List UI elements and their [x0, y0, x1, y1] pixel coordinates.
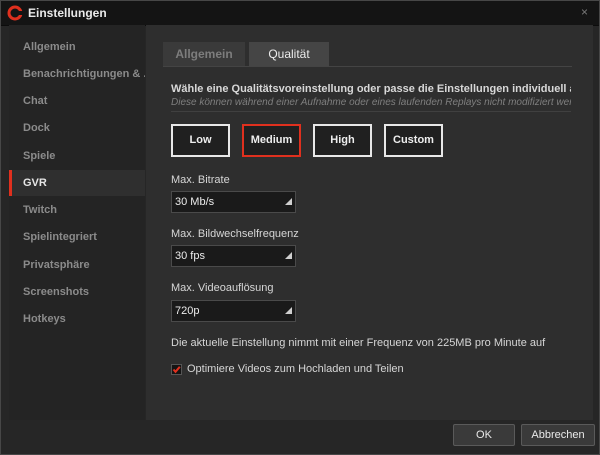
- settings-sidebar: Allgemein Benachrichtigungen & ... Chat …: [9, 25, 145, 420]
- sidebar-item-benachrichtigungen[interactable]: Benachrichtigungen & ...: [9, 61, 145, 87]
- dropdown-arrow-icon: [285, 198, 292, 205]
- intro-note: Diese können während einer Aufnahme oder…: [171, 97, 571, 108]
- intro-text: Wähle eine Qualitätsvoreinstellung oder …: [171, 83, 571, 95]
- preset-medium-button[interactable]: Medium: [242, 124, 301, 157]
- sidebar-item-allgemein[interactable]: Allgemein: [9, 34, 145, 60]
- title-bar: Einstellungen ×: [1, 1, 599, 26]
- section-divider: [171, 111, 571, 112]
- bitrate-select[interactable]: 30 Mb/s: [171, 191, 296, 213]
- sidebar-item-privatsphaere[interactable]: Privatsphäre: [9, 252, 145, 278]
- close-icon[interactable]: ×: [581, 5, 588, 19]
- framerate-select[interactable]: 30 fps: [171, 245, 296, 267]
- resolution-label: Max. Videoauflösung: [171, 282, 274, 294]
- tab-qualitaet[interactable]: Qualität: [249, 42, 329, 66]
- checkmark-icon: [172, 366, 181, 374]
- sidebar-item-hotkeys[interactable]: Hotkeys: [9, 306, 145, 332]
- bitrate-label: Max. Bitrate: [171, 174, 230, 186]
- sidebar-item-spiele[interactable]: Spiele: [9, 143, 145, 169]
- bitrate-value: 30 Mb/s: [175, 196, 215, 208]
- sidebar-item-gvr[interactable]: GVR: [9, 170, 145, 196]
- window-title: Einstellungen: [28, 6, 107, 20]
- bitrate-info-text: Die aktuelle Einstellung nimmt mit einer…: [171, 337, 546, 349]
- cancel-button[interactable]: Abbrechen: [521, 424, 595, 446]
- settings-window: Einstellungen × Allgemein Benachrichtigu…: [0, 0, 600, 455]
- app-logo-icon: [7, 5, 23, 21]
- tab-divider: [163, 66, 572, 67]
- dropdown-arrow-icon: [285, 307, 292, 314]
- sidebar-item-twitch[interactable]: Twitch: [9, 197, 145, 223]
- preset-custom-button[interactable]: Custom: [384, 124, 443, 157]
- sidebar-item-chat[interactable]: Chat: [9, 88, 145, 114]
- dropdown-arrow-icon: [285, 252, 292, 259]
- framerate-label: Max. Bildwechselfrequenz: [171, 228, 299, 240]
- optimize-videos-label: Optimiere Videos zum Hochladen und Teile…: [187, 363, 404, 375]
- framerate-value: 30 fps: [175, 250, 205, 262]
- settings-content: Allgemein Qualität Wähle eine Qualitätsv…: [146, 25, 593, 420]
- ok-button[interactable]: OK: [453, 424, 515, 446]
- sidebar-item-dock[interactable]: Dock: [9, 115, 145, 141]
- sidebar-item-screenshots[interactable]: Screenshots: [9, 279, 145, 305]
- resolution-select[interactable]: 720p: [171, 300, 296, 322]
- preset-high-button[interactable]: High: [313, 124, 372, 157]
- sidebar-item-spielintegriert[interactable]: Spielintegriert: [9, 224, 145, 250]
- tab-allgemein[interactable]: Allgemein: [163, 42, 245, 66]
- resolution-value: 720p: [175, 305, 200, 317]
- preset-low-button[interactable]: Low: [171, 124, 230, 157]
- optimize-videos-checkbox[interactable]: [171, 364, 182, 375]
